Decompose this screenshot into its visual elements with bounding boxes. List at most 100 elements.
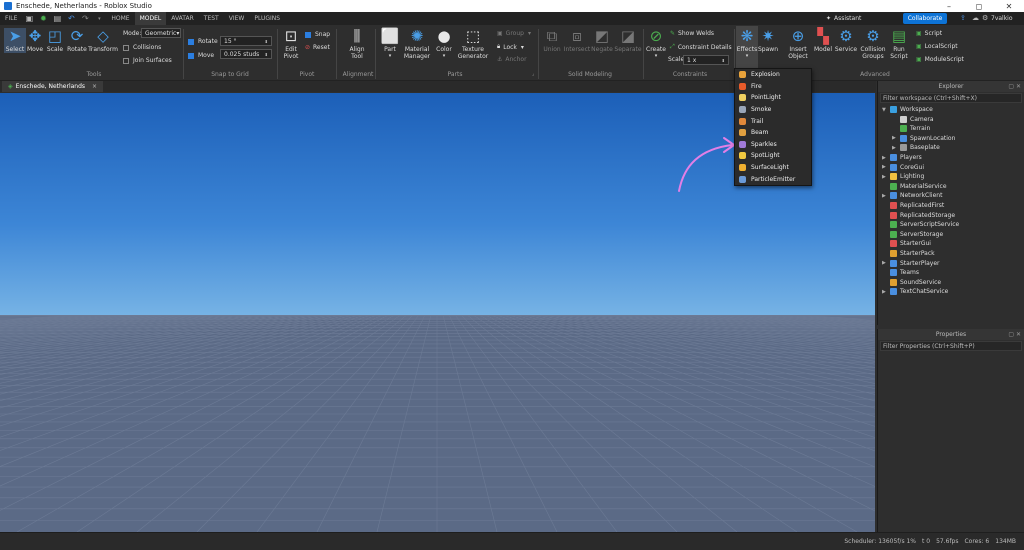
expand-arrow-icon[interactable]: ▶ bbox=[882, 260, 890, 266]
explorer-item-textchatservice[interactable]: ▶ TextChatService bbox=[882, 287, 948, 296]
part-button[interactable]: ⬜ Part ▾ bbox=[380, 28, 400, 60]
expand-arrow-icon[interactable]: ▶ bbox=[882, 193, 890, 199]
effects-item-beam[interactable]: Beam bbox=[735, 127, 811, 139]
negate-button[interactable]: ◩ Negate bbox=[591, 28, 613, 53]
explorer-item-serverscriptservice[interactable]: ServerScriptService bbox=[882, 220, 959, 229]
share-icon[interactable]: ⇪ bbox=[960, 14, 966, 22]
explorer-item-starterplayer[interactable]: ▶ StarterPlayer bbox=[882, 259, 940, 268]
service-button[interactable]: ⚙ Service bbox=[834, 28, 858, 53]
minimize-button[interactable]: – bbox=[934, 0, 964, 12]
anchor-button[interactable]: ⚓︎ Anchor bbox=[497, 56, 527, 63]
run-script-button[interactable]: ▤ Run Script bbox=[888, 28, 910, 60]
tab-test[interactable]: TEST bbox=[199, 12, 224, 25]
create-constraint-button[interactable]: ⊘ Create ▾ bbox=[646, 28, 666, 60]
tab-close-icon[interactable]: × bbox=[92, 83, 97, 90]
panel-close-icon[interactable]: ▢ ✕ bbox=[1008, 331, 1021, 338]
move-snap-checkbox[interactable]: Move bbox=[188, 52, 214, 59]
explorer-item-materialservice[interactable]: MaterialService bbox=[882, 182, 947, 191]
model-button[interactable]: ▚ Model bbox=[813, 28, 833, 53]
explorer-item-networkclient[interactable]: ▶ NetworkClient bbox=[882, 191, 942, 200]
tab-plugins[interactable]: PLUGINS bbox=[249, 12, 285, 25]
collaborate-button[interactable]: Collaborate bbox=[903, 13, 947, 24]
pivot-snap-checkbox[interactable]: Snap bbox=[305, 31, 330, 38]
effects-item-pointlight[interactable]: PointLight bbox=[735, 92, 811, 104]
effects-item-sparkles[interactable]: Sparkles bbox=[735, 139, 811, 151]
explorer-filter-input[interactable]: Filter workspace (Ctrl+Shift+X) bbox=[880, 93, 1022, 103]
union-button[interactable]: ⧉ Union bbox=[541, 28, 563, 53]
settings-icon[interactable]: ⚙ bbox=[982, 14, 988, 22]
explorer-item-starterpack[interactable]: StarterPack bbox=[882, 249, 935, 258]
color-button[interactable]: ● Color ▾ bbox=[434, 28, 454, 60]
tab-avatar[interactable]: AVATAR bbox=[166, 12, 199, 25]
maximize-button[interactable]: ◻ bbox=[964, 0, 994, 12]
close-button[interactable]: ✕ bbox=[994, 0, 1024, 12]
explorer-item-baseplate[interactable]: ▶ Baseplate bbox=[892, 143, 940, 152]
document-tab-place[interactable]: ◈ Enschede, Netherlands × bbox=[2, 81, 104, 92]
expand-arrow-icon[interactable]: ▼ bbox=[882, 107, 890, 113]
file-menu[interactable]: FILE bbox=[0, 12, 22, 25]
join-surfaces-checkbox[interactable]: Join Surfaces bbox=[123, 57, 172, 64]
expand-arrow-icon[interactable]: ▶ bbox=[892, 135, 900, 141]
explorer-item-coregui[interactable]: ▶ CoreGui bbox=[882, 163, 924, 172]
tab-model[interactable]: MODEL bbox=[134, 12, 167, 25]
lock-button[interactable]: 🔒︎ Lock ▾ bbox=[497, 43, 524, 51]
insert-object-button[interactable]: ⊕ Insert Object bbox=[786, 28, 810, 60]
explorer-item-serverstorage[interactable]: ServerStorage bbox=[882, 230, 943, 239]
explorer-item-players[interactable]: ▶ Players bbox=[882, 153, 922, 162]
explorer-item-spawnlocation[interactable]: ▶ SpawnLocation bbox=[892, 134, 955, 143]
explorer-item-workspace[interactable]: ▼ Workspace bbox=[882, 105, 933, 114]
scale-button[interactable]: ◰ Scale bbox=[46, 28, 64, 53]
effects-button[interactable]: ❋ Effects ▾ bbox=[736, 26, 758, 70]
constraint-details-toggle[interactable]: ⤢ Constraint Details bbox=[670, 43, 732, 51]
explorer-item-terrain[interactable]: Terrain bbox=[892, 124, 930, 133]
explorer-item-startergui[interactable]: StarterGui bbox=[882, 239, 931, 248]
tab-home[interactable]: HOME bbox=[106, 12, 134, 25]
texture-generator-button[interactable]: ⬚ Texture Generator bbox=[456, 28, 490, 60]
move-button[interactable]: ✥ Move bbox=[26, 28, 44, 53]
collision-groups-button[interactable]: ⚙ Collision Groups bbox=[859, 28, 887, 60]
constraint-scale-input[interactable]: 1 x ⬍ bbox=[683, 55, 729, 65]
expand-arrow-icon[interactable]: ▶ bbox=[882, 164, 890, 170]
cloud-icon[interactable]: ☁ bbox=[972, 14, 979, 22]
move-snap-input[interactable]: 0.025 studs ⬍ bbox=[220, 49, 272, 59]
expand-arrow-icon[interactable]: ▶ bbox=[882, 289, 890, 295]
pivot-reset-button[interactable]: ⊘ Reset bbox=[305, 44, 330, 51]
collisions-checkbox[interactable]: Collisions bbox=[123, 44, 161, 51]
effects-item-smoke[interactable]: Smoke bbox=[735, 104, 811, 116]
expand-arrow-icon[interactable]: ▶ bbox=[892, 145, 900, 151]
group-button[interactable]: ▣ Group ▾ bbox=[497, 30, 531, 37]
explorer-item-lighting[interactable]: ▶ Lighting bbox=[882, 172, 924, 181]
effects-item-fire[interactable]: Fire bbox=[735, 81, 811, 93]
show-welds-toggle[interactable]: ✎ Show Welds bbox=[670, 30, 714, 37]
edit-pivot-button[interactable]: ⊡ Edit Pivot bbox=[280, 28, 302, 60]
explorer-item-camera[interactable]: Camera bbox=[892, 115, 934, 124]
effects-item-spotlight[interactable]: SpotLight bbox=[735, 150, 811, 162]
effects-item-explosion[interactable]: Explosion bbox=[735, 69, 811, 81]
material-manager-button[interactable]: ✺ Material Manager bbox=[402, 28, 432, 60]
properties-filter-input[interactable]: Filter Properties (Ctrl+Shift+P) bbox=[880, 341, 1022, 351]
explorer-item-replicatedstorage[interactable]: ReplicatedStorage bbox=[882, 211, 955, 220]
module-script-button[interactable]: ▣ ModuleScript bbox=[916, 56, 964, 63]
expand-arrow-icon[interactable]: ▶ bbox=[882, 174, 890, 180]
tab-view[interactable]: VIEW bbox=[224, 12, 250, 25]
redo-icon[interactable]: ↷ bbox=[81, 14, 89, 23]
intersect-button[interactable]: ⧈ Intersect bbox=[564, 28, 591, 53]
rotate-button[interactable]: ⟳ Rotate bbox=[66, 28, 88, 53]
rotate-snap-input[interactable]: 15 ° ⬍ bbox=[220, 36, 272, 46]
mode-dropdown[interactable]: Geometric ▾ bbox=[141, 28, 181, 38]
effects-item-trail[interactable]: Trail bbox=[735, 115, 811, 127]
explorer-item-soundservice[interactable]: SoundService bbox=[882, 278, 941, 287]
script-button[interactable]: ▣ Script bbox=[916, 30, 942, 37]
explorer-item-replicatedfirst[interactable]: ReplicatedFirst bbox=[882, 201, 944, 210]
quick-access-dropdown-icon[interactable]: ▾ bbox=[95, 15, 103, 23]
spawn-button[interactable]: ✷ Spawn bbox=[758, 28, 778, 53]
save-icon[interactable]: ▣ bbox=[25, 14, 34, 23]
screenshot-icon[interactable]: ▤ bbox=[53, 14, 62, 23]
panel-close-icon[interactable]: ▢ ✕ bbox=[1008, 83, 1021, 90]
assistant-button[interactable]: ✦ Assistant bbox=[826, 12, 861, 25]
undo-icon[interactable]: ↶ bbox=[67, 14, 75, 23]
rotate-snap-checkbox[interactable]: Rotate bbox=[188, 38, 218, 45]
expand-arrow-icon[interactable]: ▶ bbox=[882, 155, 890, 161]
user-name[interactable]: 7valkio bbox=[991, 12, 1013, 25]
select-button[interactable]: ➤ Select bbox=[4, 28, 26, 53]
